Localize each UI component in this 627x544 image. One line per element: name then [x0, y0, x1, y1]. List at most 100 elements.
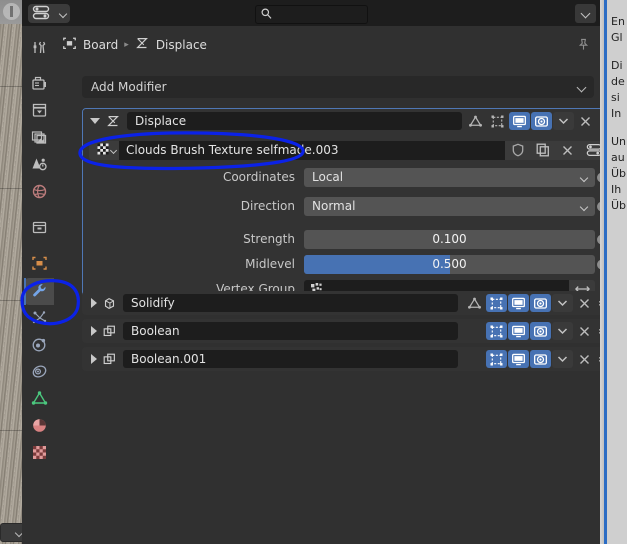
- sidebar-item-physics[interactable]: [24, 332, 54, 359]
- texture-row: Clouds Brush Texture selfmade.003: [89, 139, 609, 161]
- on-cage-display-toggle[interactable]: [486, 294, 507, 312]
- edit-mode-display-toggle[interactable]: [465, 112, 486, 130]
- fake-user-button[interactable]: [505, 140, 530, 160]
- pin-icon[interactable]: [577, 38, 590, 54]
- modifier-header-toggles: [464, 294, 610, 312]
- modifier-header[interactable]: Displace: [83, 109, 615, 133]
- sidebar-item-particles[interactable]: [24, 305, 54, 332]
- document-accent-bar: [604, 0, 607, 544]
- sidebar-item-output[interactable]: [24, 98, 54, 125]
- sidebar-item-texture[interactable]: [24, 440, 54, 467]
- render-display-toggle[interactable]: [530, 294, 551, 312]
- direction-dropdown[interactable]: Normal: [304, 196, 595, 216]
- expand-triangle-icon[interactable]: [91, 326, 97, 336]
- sidebar-item-collection[interactable]: [24, 215, 54, 242]
- expand-triangle-icon[interactable]: [91, 354, 97, 364]
- sidebar-item-data[interactable]: [24, 386, 54, 413]
- realtime-display-toggle[interactable]: [508, 322, 529, 340]
- modifier-extras-dropdown[interactable]: [552, 350, 573, 368]
- box-icon: [31, 219, 48, 239]
- modifier-name-field[interactable]: Solidify: [123, 294, 458, 312]
- sidebar-item-view-layer[interactable]: [24, 125, 54, 152]
- modifier-card-displace[interactable]: Displace Clouds Brush Texture selfmade.0…: [82, 108, 616, 313]
- sidebar-item-material[interactable]: [24, 413, 54, 440]
- edit-mode-display-toggle[interactable]: [464, 294, 485, 312]
- modifier-row-solidify[interactable]: Solidify: [82, 291, 614, 315]
- modifier-extras-dropdown[interactable]: [552, 322, 573, 340]
- modifier-close-button[interactable]: [575, 112, 596, 130]
- modifier-close-button[interactable]: [574, 294, 595, 312]
- on-cage-display-toggle[interactable]: [486, 350, 507, 368]
- search-input[interactable]: [255, 5, 368, 24]
- checker-texture-icon: [31, 444, 48, 464]
- viewport-header-edge: [0, 0, 22, 24]
- new-texture-button[interactable]: [530, 140, 555, 160]
- camera-back-icon: [31, 75, 48, 95]
- doc-line: Di: [611, 59, 623, 72]
- on-cage-display-toggle[interactable]: [486, 322, 507, 340]
- modifier-name-text: Solidify: [131, 296, 175, 310]
- modifier-close-button[interactable]: [574, 350, 595, 368]
- realtime-display-toggle[interactable]: [508, 294, 529, 312]
- coordinates-dropdown[interactable]: Local: [304, 167, 595, 187]
- on-cage-display-toggle[interactable]: [487, 112, 508, 130]
- background-document-edge[interactable]: En Gl Di de si In Un au Üb Ih Üb: [600, 0, 627, 544]
- add-modifier-button[interactable]: Add Modifier: [82, 76, 594, 98]
- modifier-extras-dropdown[interactable]: [552, 294, 573, 312]
- doc-line: de: [611, 75, 625, 88]
- sidebar-item-object[interactable]: [24, 251, 54, 278]
- expand-triangle-icon[interactable]: [91, 298, 97, 308]
- viewport-mode-dropdown[interactable]: [0, 523, 22, 542]
- modifier-name-field[interactable]: Boolean: [123, 322, 458, 340]
- coordinates-value: Local: [312, 170, 344, 184]
- texture-name-field[interactable]: Clouds Brush Texture selfmade.003: [119, 140, 505, 160]
- coordinates-label: Coordinates: [222, 170, 295, 184]
- blender-properties-screenshot: Board ▸ Displace Add Modifier Displace C…: [0, 0, 627, 544]
- expand-triangle-icon[interactable]: [90, 118, 100, 124]
- modifier-row-boolean-001[interactable]: Boolean.001: [82, 347, 614, 371]
- doc-line: Gl: [611, 31, 623, 44]
- constraint-icon: [31, 363, 48, 383]
- displace-modifier-icon: [135, 36, 150, 54]
- boolean-modifier-icon: [102, 352, 117, 367]
- sidebar-item-render[interactable]: [24, 71, 54, 98]
- modifier-name-field[interactable]: Displace: [127, 112, 462, 130]
- 3d-viewport-edge[interactable]: [0, 0, 22, 544]
- breadcrumb: Board ▸ Displace: [62, 34, 207, 56]
- editor-type-selector[interactable]: [28, 4, 70, 23]
- modifier-extras-dropdown[interactable]: [553, 112, 574, 130]
- breadcrumb-modifier-name[interactable]: Displace: [156, 38, 207, 52]
- wood-grain-line: [0, 300, 22, 301]
- doc-line: In: [611, 107, 622, 120]
- breadcrumb-object-name[interactable]: Board: [83, 38, 118, 52]
- realtime-display-toggle[interactable]: [508, 350, 529, 368]
- render-display-toggle[interactable]: [531, 112, 552, 130]
- sidebar-item-scene[interactable]: [24, 152, 54, 179]
- midlevel-label: Midlevel: [245, 257, 295, 271]
- world-icon: [31, 183, 48, 203]
- object-icon[interactable]: [62, 36, 77, 54]
- texture-browse-button[interactable]: [89, 140, 119, 160]
- render-display-toggle[interactable]: [530, 322, 551, 340]
- modifier-body: Clouds Brush Texture selfmade.003 Coordi…: [83, 133, 615, 312]
- modifier-row-boolean[interactable]: Boolean: [82, 319, 614, 343]
- printer-icon: [31, 102, 48, 122]
- modifier-close-button[interactable]: [574, 322, 595, 340]
- viewport-gizmo-icon: [3, 3, 20, 20]
- physics-orbit-icon: [31, 336, 48, 356]
- sidebar-item-constraints[interactable]: [24, 359, 54, 386]
- sidebar-item-modifier[interactable]: [24, 278, 54, 305]
- add-modifier-label: Add Modifier: [91, 80, 167, 94]
- chevron-down-icon: [579, 202, 589, 211]
- strength-slider[interactable]: 0.100: [304, 229, 595, 249]
- realtime-display-toggle[interactable]: [509, 112, 530, 130]
- midlevel-slider-fill: [304, 254, 450, 274]
- modifier-name-field[interactable]: Boolean.001: [123, 350, 458, 368]
- midlevel-slider[interactable]: 0.500: [304, 254, 595, 274]
- modifier-header-toggles: [486, 322, 610, 340]
- render-display-toggle[interactable]: [530, 350, 551, 368]
- sidebar-item-world[interactable]: [24, 179, 54, 206]
- properties-options-dropdown[interactable]: [575, 4, 596, 23]
- sidebar-item-tool[interactable]: [24, 35, 54, 62]
- unlink-texture-button[interactable]: [555, 140, 580, 160]
